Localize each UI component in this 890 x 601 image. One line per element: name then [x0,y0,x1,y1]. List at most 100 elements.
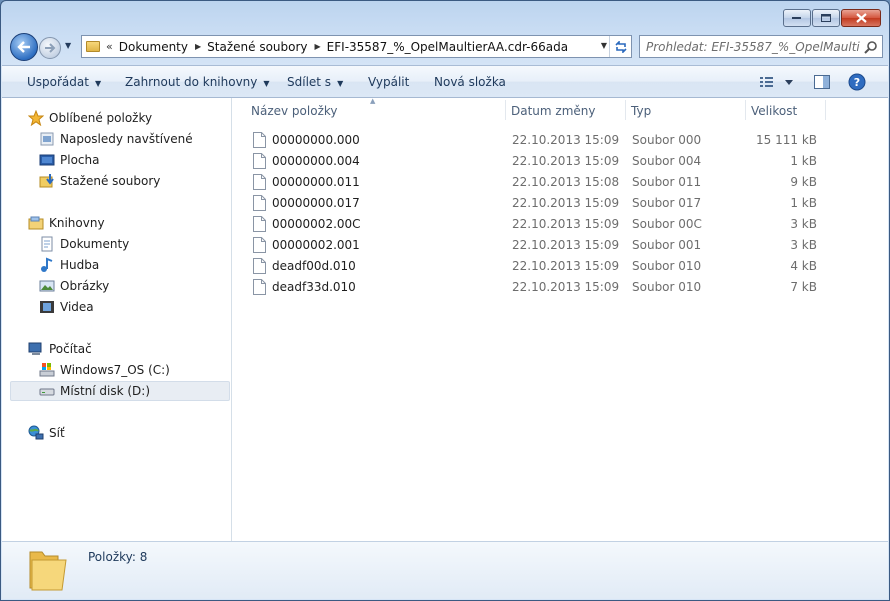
nav-item-label: Dokumenty [60,237,130,251]
file-type: Soubor 011 [632,175,702,189]
file-row[interactable]: deadf00d.010 22.10.2013 15:09 Soubor 010 4 … [249,256,849,276]
pictures-icon [39,278,55,294]
minimize-button[interactable] [783,9,811,27]
nav-item-label: Hudba [60,258,100,272]
close-icon [855,13,867,23]
dropdown-arrow-icon: ▼ [263,79,270,88]
column-divider[interactable] [825,100,826,120]
file-size: 1 kB [790,154,817,168]
nav-favorites[interactable]: Oblíbené položky [28,108,152,128]
file-row[interactable]: 00000002.00C 22.10.2013 15:09 Soubor 00C 3 … [249,214,849,234]
search-box[interactable]: Prohledat: EFI-35587_%_OpelMaultier... [639,35,883,58]
refresh-icon [614,40,627,53]
refresh-button[interactable] [609,36,631,57]
nav-downloads[interactable]: Stažené soubory [39,171,160,191]
file-row[interactable]: deadf33d.010 22.10.2013 15:09 Soubor 010 7 … [249,277,849,297]
breadcrumb-downloads[interactable]: Stažené soubory [207,40,307,54]
file-name: 00000000.017 [272,196,360,210]
nav-desktop[interactable]: Plocha [39,150,99,170]
nav-computer[interactable]: Počítač [28,339,92,359]
organize-menu[interactable]: Uspořádat ▼ [27,75,101,89]
help-button[interactable]: ? [848,73,866,94]
dropdown-arrow-icon: ▼ [337,79,344,88]
explorer-window: ▼ « Dokumenty ▶ Stažené soubory ▶ EFI-35… [0,0,890,601]
file-type: Soubor 010 [632,280,702,294]
file-icon [253,279,266,295]
file-row[interactable]: 00000000.004 22.10.2013 15:09 Soubor 004 1 … [249,151,849,171]
file-type: Soubor 001 [632,238,702,252]
command-toolbar: Uspořádat ▼ Zahrnout do knihovny ▼ Sdílet … [2,65,888,98]
music-icon [39,257,55,273]
nav-drive-d[interactable]: Místní disk (D:) [10,381,230,401]
star-icon [28,110,44,126]
file-name: deadf00d.010 [272,259,356,273]
file-date: 22.10.2013 15:09 [512,133,620,147]
nav-libraries-label: Knihovny [49,216,105,230]
nav-drive-c[interactable]: Windows7_OS (C:) [39,360,170,380]
file-list-pane: ▲ Název položky Datum změny Typ Velikost… [233,97,888,541]
search-icon[interactable] [860,40,882,54]
back-button[interactable] [10,33,38,61]
nav-music[interactable]: Hudba [39,255,99,275]
file-date: 22.10.2013 15:09 [512,196,620,210]
file-name: 00000002.001 [272,238,360,252]
address-overflow-chevron[interactable]: « [106,40,113,53]
file-date: 22.10.2013 15:09 [512,259,620,273]
include-in-library-menu[interactable]: Zahrnout do knihovny ▼ [125,75,270,89]
minimize-icon [792,17,801,19]
file-name: 00000002.00C [272,217,361,231]
column-header-type[interactable]: Typ [613,98,745,124]
maximize-button[interactable] [812,9,840,27]
file-row[interactable]: 00000000.011 22.10.2013 15:08 Soubor 011 9 … [249,172,849,192]
network-icon [28,425,44,441]
file-row[interactable]: 00000000.000 22.10.2013 15:09 Soubor 000 15… [249,130,849,150]
share-with-menu[interactable]: Sdílet s ▼ [287,75,343,89]
organize-label: Uspořádat [27,75,89,89]
change-view-button[interactable] [758,74,798,93]
column-header-date[interactable]: Datum změny [493,98,625,124]
preview-pane-button[interactable] [813,74,831,93]
file-row[interactable]: 00000002.001 22.10.2013 15:09 Soubor 001 3 … [249,235,849,255]
burn-button[interactable]: Vypálit [368,75,409,89]
computer-icon [28,341,44,357]
dropdown-arrow-icon: ▼ [94,79,102,88]
nav-videos[interactable]: Videa [39,297,94,317]
address-history-dropdown-icon[interactable]: ▼ [601,41,607,50]
breadcrumb-separator-icon[interactable]: ▶ [315,42,321,51]
file-row[interactable]: 00000000.017 22.10.2013 15:09 Soubor 017 1 … [249,193,849,213]
breadcrumb-current-folder[interactable]: EFI-35587_%_OpelMaultierAA.cdr-66ada [327,40,568,54]
file-size: 4 kB [790,259,817,273]
file-icon [253,237,266,253]
libraries-icon [28,215,44,231]
nav-recent-places[interactable]: Naposledy navštívené [39,129,193,149]
items-count: Položky: 8 [88,550,148,564]
search-input[interactable]: Prohledat: EFI-35587_%_OpelMaultier... [640,40,860,54]
nav-documents[interactable]: Dokumenty [39,234,129,254]
new-folder-button[interactable]: Nová složka [434,75,506,89]
nav-libraries[interactable]: Knihovny [28,213,105,233]
downloads-icon [39,173,55,189]
include-library-label: Zahrnout do knihovny [125,75,258,89]
file-icon [253,258,266,274]
nav-item-label: Videa [60,300,94,314]
nav-item-label: Plocha [60,153,100,167]
nav-favorites-label: Oblíbené položky [49,111,153,125]
address-bar[interactable]: « Dokumenty ▶ Stažené soubory ▶ EFI-3558… [81,35,632,58]
nav-item-label: Obrázky [60,279,110,293]
svg-text:?: ? [854,76,860,89]
file-icon [253,174,266,190]
close-button[interactable] [841,9,881,27]
nav-network[interactable]: Síť [28,423,65,443]
desktop-icon [39,152,55,168]
forward-button[interactable] [39,37,61,59]
breadcrumb-documents[interactable]: Dokumenty [119,40,188,54]
local-disk-icon [39,383,55,399]
file-date: 22.10.2013 15:09 [512,280,620,294]
nav-pictures[interactable]: Obrázky [39,276,109,296]
column-header-size[interactable]: Velikost [733,98,825,124]
file-name: 00000000.004 [272,154,360,168]
breadcrumb-separator-icon[interactable]: ▶ [195,42,201,51]
recent-pages-dropdown-icon[interactable]: ▼ [65,41,71,50]
folder-icon [86,41,100,52]
column-header-name[interactable]: Název položky [233,98,505,124]
